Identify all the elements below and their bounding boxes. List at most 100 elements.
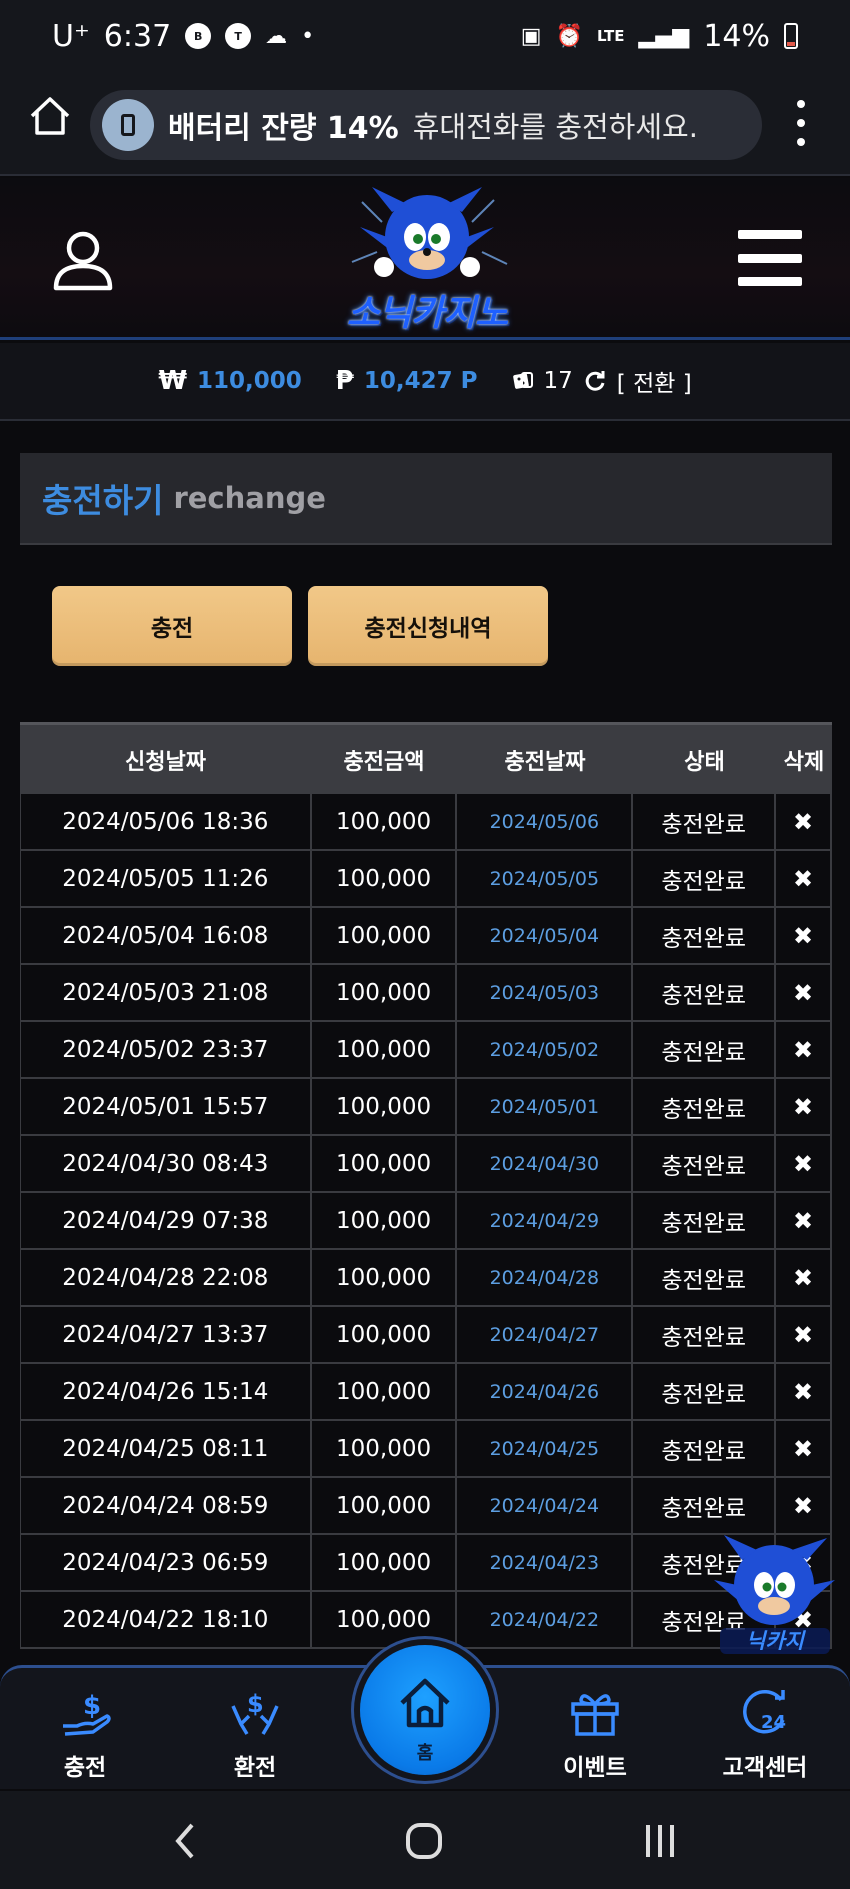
gift-icon bbox=[571, 1694, 619, 1736]
cell-amount: 100,000 bbox=[311, 1022, 458, 1079]
carrier-label: U⁺ bbox=[52, 18, 90, 54]
recent-apps-icon[interactable] bbox=[642, 1821, 678, 1861]
clock: 6:37 bbox=[103, 18, 172, 54]
user-icon[interactable] bbox=[52, 230, 114, 292]
cell-status: 충전완료 bbox=[633, 965, 777, 1022]
delete-icon[interactable]: ✖ bbox=[776, 1307, 833, 1364]
table-row: 2024/04/30 08:43 100,000 2024/04/30 충전완료 ✖ bbox=[20, 1136, 833, 1193]
delete-icon[interactable]: ✖ bbox=[776, 1022, 833, 1079]
dot-icon: • bbox=[301, 23, 315, 49]
exchange-icon: $ bbox=[231, 1690, 279, 1735]
home-icon bbox=[400, 1678, 450, 1728]
nav-support[interactable]: 24 고객센터 bbox=[700, 1686, 830, 1782]
cell-request-date: 2024/04/29 07:38 bbox=[21, 1193, 312, 1250]
cell-amount: 100,000 bbox=[311, 1193, 458, 1250]
site-header: 소닉카지노 bbox=[0, 178, 850, 340]
delete-icon[interactable]: ✖ bbox=[776, 1364, 833, 1421]
delete-icon[interactable]: ✖ bbox=[776, 965, 833, 1022]
battery-icon bbox=[784, 23, 798, 49]
b-app-icon: B bbox=[185, 23, 212, 49]
signal-icon: ▂▄▆ bbox=[638, 23, 690, 49]
cell-status: 충전완료 bbox=[633, 1421, 777, 1478]
table-row: 2024/05/03 21:08 100,000 2024/05/03 충전완료 ✖ bbox=[20, 965, 833, 1022]
cell-status: 충전완료 bbox=[633, 1478, 777, 1535]
table-row: 2024/04/25 08:11 100,000 2024/04/25 충전완료 ✖ bbox=[20, 1421, 833, 1478]
nav-exchange[interactable]: $ 환전 bbox=[190, 1686, 320, 1782]
nav-event[interactable]: 이벤트 bbox=[530, 1686, 660, 1782]
cell-charge-date: 2024/04/27 bbox=[457, 1307, 634, 1364]
sonic-mascot-logo bbox=[351, 187, 508, 279]
battery-toast[interactable]: 배터리 잔량 14% 휴대전화를 충전하세요. bbox=[90, 90, 762, 160]
cell-status: 충전완료 bbox=[633, 1193, 777, 1250]
table-row: 2024/04/29 07:38 100,000 2024/04/29 충전완료 ✖ bbox=[20, 1193, 833, 1250]
delete-icon[interactable]: ✖ bbox=[776, 1250, 833, 1307]
header-charge-date: 충전날짜 bbox=[504, 749, 586, 775]
cell-status: 충전완료 bbox=[633, 794, 777, 851]
cell-amount: 100,000 bbox=[311, 908, 458, 965]
nav-event-label: 이벤트 bbox=[563, 1755, 627, 1781]
header-status: 상태 bbox=[684, 749, 725, 775]
cloud-icon: ☁ bbox=[265, 23, 288, 49]
site-logo[interactable]: 소닉카지노 bbox=[322, 182, 532, 338]
page-subtitle: rechange bbox=[173, 481, 326, 515]
cell-status: 충전완료 bbox=[633, 851, 777, 908]
point-balance: 10,427 P bbox=[363, 368, 478, 394]
cell-request-date: 2024/05/01 15:57 bbox=[21, 1079, 312, 1136]
cell-request-date: 2024/05/06 18:36 bbox=[21, 794, 312, 851]
svg-text:$: $ bbox=[83, 1691, 101, 1721]
toast-title: 배터리 잔량 14% bbox=[168, 111, 399, 146]
cell-charge-date: 2024/04/24 bbox=[457, 1478, 634, 1535]
delete-icon[interactable]: ✖ bbox=[776, 1136, 833, 1193]
nav-home-button[interactable]: 홈 bbox=[360, 1645, 490, 1775]
table-row: 2024/05/04 16:08 100,000 2024/05/04 충전완료 ✖ bbox=[20, 908, 833, 965]
table-body: 2024/05/06 18:36 100,000 2024/05/06 충전완료 ✖ 20… bbox=[20, 794, 833, 1649]
cell-amount: 100,000 bbox=[311, 1592, 458, 1649]
cell-amount: 100,000 bbox=[311, 1307, 458, 1364]
header-request-date: 신청날짜 bbox=[125, 749, 206, 775]
charge-history-button[interactable]: 충전신청내역 bbox=[308, 586, 548, 666]
cell-amount: 100,000 bbox=[311, 965, 458, 1022]
cell-request-date: 2024/04/27 13:37 bbox=[21, 1307, 312, 1364]
floating-mascot-button[interactable]: 닉카지 bbox=[712, 1530, 837, 1658]
cell-status: 충전완료 bbox=[633, 1364, 777, 1421]
section-title-bar: 충전하기 rechange bbox=[20, 453, 832, 545]
delete-icon[interactable]: ✖ bbox=[776, 1478, 833, 1535]
cell-amount: 100,000 bbox=[311, 1250, 458, 1307]
cell-request-date: 2024/04/22 18:10 bbox=[21, 1592, 312, 1649]
cell-charge-date: 2024/04/22 bbox=[457, 1592, 634, 1649]
cell-request-date: 2024/04/23 06:59 bbox=[21, 1535, 312, 1592]
browser-bar: 배터리 잔량 14% 휴대전화를 충전하세요. bbox=[0, 72, 850, 176]
table-row: 2024/04/27 13:37 100,000 2024/04/27 충전완료 ✖ bbox=[20, 1307, 833, 1364]
delete-icon[interactable]: ✖ bbox=[776, 851, 833, 908]
browser-home-icon[interactable] bbox=[28, 94, 72, 138]
cell-status: 충전완료 bbox=[633, 1079, 777, 1136]
cell-status: 충전완료 bbox=[633, 908, 777, 965]
network-type-label: LTE bbox=[596, 27, 625, 45]
cell-amount: 100,000 bbox=[311, 1535, 458, 1592]
delete-icon[interactable]: ✖ bbox=[776, 1421, 833, 1478]
cell-amount: 100,000 bbox=[311, 1364, 458, 1421]
svg-text:24: 24 bbox=[761, 1712, 786, 1733]
delete-icon[interactable]: ✖ bbox=[776, 1193, 833, 1250]
table-row: 2024/04/23 06:59100,0002024/04/23충전완료✖ bbox=[20, 1535, 833, 1592]
hamburger-menu-icon[interactable] bbox=[738, 230, 802, 286]
battery-low-icon bbox=[102, 99, 154, 151]
home-nav-icon[interactable] bbox=[404, 1821, 444, 1861]
cell-amount: 100,000 bbox=[311, 794, 458, 851]
delete-icon[interactable]: ✖ bbox=[776, 908, 833, 965]
more-options-icon[interactable] bbox=[790, 100, 812, 146]
kakaotalk-icon: T bbox=[225, 23, 252, 49]
cell-request-date: 2024/05/02 23:37 bbox=[21, 1022, 312, 1079]
nav-home-label: 홈 bbox=[416, 1743, 434, 1764]
cell-request-date: 2024/04/28 22:08 bbox=[21, 1250, 312, 1307]
delete-icon[interactable]: ✖ bbox=[776, 1079, 833, 1136]
refresh-icon[interactable] bbox=[583, 369, 607, 393]
cell-amount: 100,000 bbox=[311, 1478, 458, 1535]
charge-button[interactable]: 충전 bbox=[52, 586, 292, 666]
back-icon[interactable] bbox=[170, 1821, 200, 1861]
convert-link[interactable]: [ 전환 ] bbox=[617, 364, 692, 398]
nav-charge[interactable]: $ 충전 bbox=[20, 1686, 150, 1782]
cell-charge-date: 2024/05/01 bbox=[457, 1079, 634, 1136]
android-nav-bar bbox=[0, 1791, 850, 1889]
delete-icon[interactable]: ✖ bbox=[776, 794, 833, 851]
